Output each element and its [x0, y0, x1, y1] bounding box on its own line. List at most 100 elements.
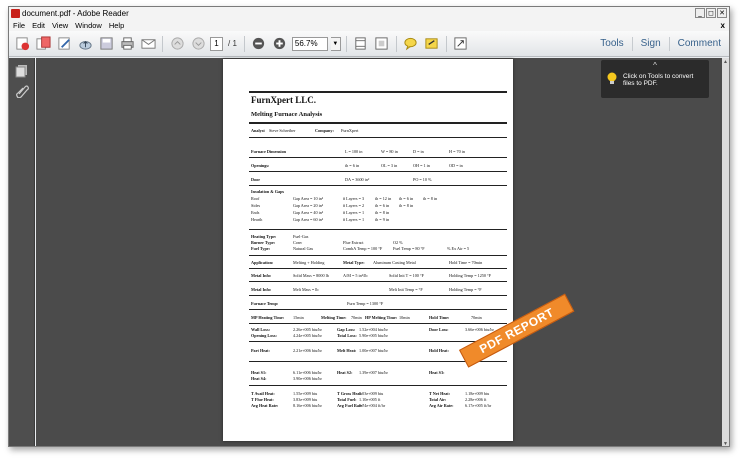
heats-cell: Hold Heat: — [429, 348, 449, 353]
insulation-cell: Hearth — [251, 217, 263, 222]
paperclip-icon — [16, 85, 29, 99]
heating-cell: Burner Type: — [251, 240, 276, 245]
expand-button[interactable] — [452, 35, 470, 53]
menu-help[interactable]: Help — [109, 21, 124, 30]
heating-cell: Natural Gas — [293, 246, 314, 251]
insulation-cell: # Layers = 3 — [343, 196, 365, 201]
vertical-scrollbar[interactable]: ▲ ▼ — [722, 58, 729, 446]
dim-w: W = 80 in — [381, 149, 398, 154]
arrow-down-icon — [191, 37, 205, 50]
minimize-button[interactable]: _ — [695, 8, 705, 18]
sign-link[interactable]: Sign — [631, 37, 669, 51]
zoom-input[interactable]: 56.7% — [291, 36, 328, 51]
menu-bar: File Edit View Window Help x — [9, 20, 729, 31]
heat_s-cell: Heat S1: — [251, 370, 267, 375]
menu-view[interactable]: View — [52, 21, 68, 30]
page-thumbnails-button[interactable] — [15, 64, 29, 78]
print-button[interactable] — [118, 35, 136, 53]
rule — [249, 281, 507, 282]
totals-cell: 1.55e+009 btu — [293, 391, 318, 396]
zoom-in-button[interactable] — [271, 35, 289, 53]
previous-page-button[interactable] — [168, 35, 186, 53]
company-label: Company: — [315, 128, 334, 133]
email-button[interactable] — [139, 35, 157, 53]
title-bar: document.pdf - Adobe Reader _ ◻ ✕ — [9, 7, 729, 20]
hold-time-label: Hold Time: — [429, 315, 450, 320]
hp-melting-label: HP Melting Time: — [365, 315, 398, 320]
insulation-cell: th = 8 in — [423, 196, 438, 201]
attachments-button[interactable] — [15, 84, 29, 99]
analyst-label: Analyst — [251, 128, 265, 133]
hold-time-value: 70min — [471, 315, 482, 320]
menu-edit[interactable]: Edit — [32, 21, 45, 30]
collapse-chevron-icon[interactable]: ^ — [601, 61, 709, 70]
rule — [249, 137, 507, 138]
tools-link[interactable]: Tools — [592, 37, 631, 51]
highlight-button[interactable] — [423, 35, 441, 53]
furnace-dimension-label: Furnace Dimension — [251, 149, 287, 154]
fit-page-button[interactable] — [352, 35, 370, 53]
full-screen-button[interactable] — [373, 35, 391, 53]
insulation-cell: Gap Area = 20 in² — [293, 203, 324, 208]
combine-files-button[interactable] — [34, 35, 52, 53]
open-ol: OL = 3 in — [381, 163, 398, 168]
losses-cell: 4.24e+005 btu/hr — [293, 333, 322, 338]
door-area: DA = 3600 in² — [345, 177, 370, 182]
scroll-up-button[interactable]: ▲ — [722, 58, 729, 66]
rule — [249, 295, 507, 296]
rule — [249, 171, 507, 172]
maximize-button[interactable]: ◻ — [706, 8, 716, 18]
melting-time-label: Melting Time: — [321, 315, 347, 320]
heating-cell: Fuel Type: — [251, 246, 271, 251]
close-document-button[interactable]: x — [721, 21, 725, 30]
furnace-temp-label: Furnace Temp: — [251, 301, 279, 306]
totals-cell: 6.17e+005 ft/hr — [465, 403, 492, 408]
openings-label: Openings: — [251, 163, 270, 168]
close-button[interactable]: ✕ — [717, 8, 727, 18]
insulation-cell: Gap Area = 10 in² — [293, 196, 324, 201]
totals-cell: 3.83e+009 btu — [293, 397, 318, 402]
lightbulb-icon — [607, 72, 617, 84]
menu-window[interactable]: Window — [75, 21, 102, 30]
rule — [249, 229, 507, 230]
comment-link[interactable]: Comment — [668, 37, 729, 51]
cloud-upload-button[interactable] — [76, 35, 94, 53]
mp-heating-label: MP Heating Time: — [251, 315, 285, 320]
tools-tooltip[interactable]: ^ Click on Tools to convert files to PDF… — [601, 60, 709, 98]
area-mass: A/M = 5 in²/lb — [343, 273, 368, 278]
metal-type-label: Metal Type: — [343, 260, 365, 265]
navigation-pane — [9, 58, 35, 446]
next-page-button[interactable] — [189, 35, 207, 53]
losses-cell: Gap Loss: — [337, 327, 356, 332]
insulation-cell: # Layers = 1 — [343, 210, 365, 215]
insulation-cell: th = 8 in — [399, 203, 414, 208]
comment-button[interactable] — [402, 35, 420, 53]
zoom-dropdown[interactable]: ▼ — [330, 36, 341, 51]
zoom-out-button[interactable] — [250, 35, 268, 53]
totals-cell: 2.28e+006 ft — [465, 397, 487, 402]
edit-icon — [57, 37, 70, 50]
analyst-name: Steve Schreiber — [269, 128, 296, 133]
heating-cell: Heating Type: — [251, 234, 277, 239]
totals-cell: T Net Heat: — [429, 391, 451, 396]
page-number-input[interactable]: 1 — [210, 36, 223, 51]
melt-init-temp: Melt Init Temp = °F — [389, 287, 423, 292]
scroll-down-button[interactable]: ▼ — [722, 440, 729, 446]
totals-cell: Total Air: — [429, 397, 447, 402]
edit-button[interactable] — [55, 35, 73, 53]
rule — [249, 255, 507, 256]
rule — [249, 341, 507, 342]
dim-d: D = in — [413, 149, 424, 154]
insulation-cell: # Layers = 1 — [343, 217, 365, 222]
totals-cell: 1.10e+005 ft — [359, 397, 381, 402]
heat_s-cell: Heat S2: — [337, 370, 353, 375]
menu-file[interactable]: File — [13, 21, 25, 30]
metal-type-value: Aluminum Casting Metal — [373, 260, 416, 265]
save-button[interactable] — [97, 35, 115, 53]
totals-cell: 1.18e+009 btu — [465, 391, 490, 396]
toolbar: 1 / 1 56.7% ▼ Tools Sign Comment — [9, 31, 729, 57]
rule — [249, 91, 507, 93]
heat_s-cell: 3.90e+006 btu/hr — [293, 376, 322, 381]
create-pdf-button[interactable] — [13, 35, 31, 53]
full-screen-icon — [375, 37, 388, 50]
